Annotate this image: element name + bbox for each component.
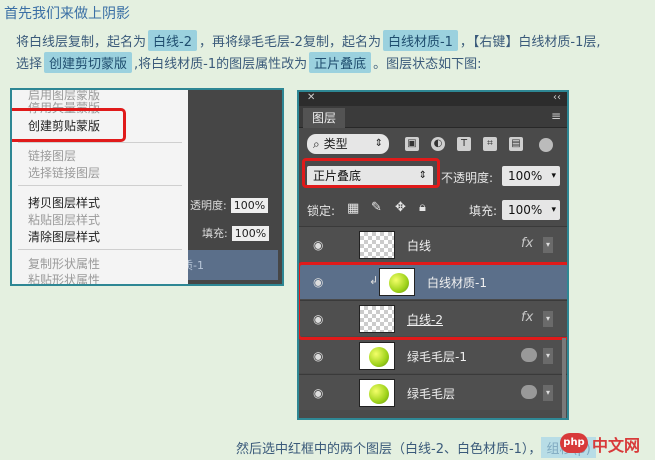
layer-thumbnail — [359, 231, 395, 259]
collapse-icon[interactable]: ‹‹ — [553, 92, 561, 103]
menu-item-clear-layer-style[interactable]: 清除图层样式 — [28, 228, 100, 245]
search-icon: ⌕ — [313, 137, 320, 151]
ball-thumbnail — [369, 347, 389, 367]
menu-item-copy-shape-attributes[interactable]: 复制形状属性 — [28, 255, 100, 272]
instruction-line-2: 选择 创建剪切蒙版 ,将白线材质-1的图层属性改为 正片叠底 。图层状态如下图: — [16, 52, 482, 73]
text: 选择 — [16, 57, 43, 72]
tab-layers[interactable]: 图层 — [303, 108, 345, 128]
tag-layer-name: 白线材质-1 — [382, 30, 458, 51]
opacity-value: 100% — [508, 169, 543, 183]
text: 将白线层复制，起名为 — [16, 35, 147, 50]
layer-name: 绿毛毛层 — [407, 387, 456, 401]
text: ,将白线材质-1的图层属性改为 — [134, 57, 308, 72]
image-filter-icon[interactable]: ▣ — [405, 137, 419, 151]
panel-scrollbar[interactable] — [562, 338, 566, 418]
chevron-down-icon[interactable]: ▾ — [551, 200, 556, 220]
filter-toggle-icon[interactable] — [539, 138, 553, 152]
fill-label: 填充: — [469, 204, 498, 218]
watermark-text: 中文网 — [592, 436, 641, 455]
filter-kind-label: 类型 — [323, 137, 348, 151]
chevron-down-icon[interactable]: ▾ — [551, 166, 556, 186]
layer-row[interactable]: ◉ 白线 fx ▾ — [299, 226, 567, 262]
ball-thumbnail — [369, 384, 389, 404]
layer-row[interactable]: ◉ 绿毛毛层 ▾ — [299, 374, 567, 410]
close-icon[interactable]: ✕ — [307, 92, 315, 103]
tag-layer-name: 白线-2 — [148, 30, 197, 51]
expand-icon[interactable]: ▾ — [543, 385, 553, 401]
watermark: php 中文网 — [560, 428, 652, 458]
eye-icon[interactable]: ◉ — [313, 386, 323, 400]
opacity-field[interactable]: 100% ▾ — [502, 166, 560, 186]
lock-move-icon[interactable]: ✥ — [395, 200, 406, 215]
panel-menu-icon[interactable]: ≡ — [551, 109, 561, 123]
bg-fill-field[interactable]: 100% — [231, 225, 270, 241]
layer-thumbnail — [359, 342, 395, 370]
menu-separator — [18, 185, 182, 186]
bg-opacity-label: 透明度: — [190, 199, 227, 212]
bg-opacity-field[interactable]: 100% — [230, 197, 269, 213]
bg-fill-label: 填充: — [202, 227, 228, 240]
instruction-line-3: 然后选中红框中的两个图层（白线-2、白色材质-1），组移(p) — [236, 437, 596, 458]
opacity-label: 不透明度: — [441, 171, 494, 185]
fx-icon[interactable]: fx — [521, 236, 533, 251]
lock-all-icon[interactable]: 🔒︎ — [419, 200, 426, 215]
highlight-box-blend-mode — [302, 158, 440, 188]
text: ，【右键】白线材质-1层, — [459, 35, 601, 50]
context-menu-screenshot: 透明度: 100% 填充: 100% 复材质-1 启用图层蒙版 停用矢量蒙版 创… — [10, 88, 284, 286]
menu-item-link-layers[interactable]: 链接图层 — [28, 147, 76, 164]
fill-value: 100% — [508, 203, 543, 217]
bg-fill-row: 填充: 100% — [202, 222, 282, 244]
menu-item-paste-shape-attributes[interactable]: 粘贴形状属性 — [28, 271, 100, 284]
smart-object-filter-icon[interactable]: ▤ — [509, 137, 523, 151]
text: 然后选中红框中的两个图层（白线-2、白色材质-1）， — [236, 442, 542, 457]
tag-command: 创建剪切蒙版 — [44, 52, 133, 73]
highlight-box-create-clipping-mask — [12, 108, 126, 142]
layer-name: 绿毛毛层-1 — [407, 350, 467, 364]
eye-icon[interactable]: ◉ — [313, 238, 323, 252]
panel-titlebar: ✕ ‹‹ — [299, 92, 567, 106]
updown-icon: ⇕ — [374, 138, 383, 149]
layer-row[interactable]: ◉ 绿毛毛层-1 ▾ — [299, 337, 567, 373]
smart-filter-mask-icon[interactable] — [521, 348, 537, 362]
layer-thumbnail — [359, 379, 395, 407]
article-heading: 首先我们来做上阴影 — [4, 6, 130, 22]
php-logo: php — [560, 433, 588, 453]
menu-item-paste-layer-style[interactable]: 粘贴图层样式 — [28, 211, 100, 228]
menu-item-copy-layer-style[interactable]: 拷贝图层样式 — [28, 194, 100, 211]
lock-transparency-icon[interactable]: ▦ — [347, 201, 359, 216]
smart-filter-mask-icon[interactable] — [521, 385, 537, 399]
expand-icon[interactable]: ▾ — [543, 237, 553, 253]
lock-label: 锁定: — [307, 204, 336, 218]
highlight-box-layers — [299, 262, 567, 340]
bg-opacity-row: 透明度: 100% — [190, 194, 282, 216]
fill-field[interactable]: 100% ▾ — [502, 200, 560, 220]
lock-row: 锁定: ▦ ✎ ✥ 🔒︎ 填充: 100% ▾ — [299, 194, 567, 226]
type-filter-icon[interactable]: T — [457, 137, 471, 151]
menu-separator — [18, 249, 182, 250]
menu-item-select-linked-layers[interactable]: 选择链接图层 — [28, 164, 100, 181]
adjustment-filter-icon[interactable]: ◐ — [431, 137, 445, 151]
instruction-line-1: 将白线层复制，起名为 白线-2 ，再将绿毛毛层-2复制，起名为 白线材质-1 ，【右键】… — [16, 30, 601, 51]
text: 。图层状态如下图: — [373, 57, 482, 72]
filter-row: ⌕ 类型 ⇕ ▣ ◐ T ⌗ ▤ — [299, 130, 567, 160]
layers-panel-screenshot: ✕ ‹‹ 图层 ≡ ⌕ 类型 ⇕ ▣ ◐ T ⌗ ▤ 正片叠底 ⇕ 不透明度: … — [297, 90, 569, 420]
expand-icon[interactable]: ▾ — [543, 348, 553, 364]
lock-brush-icon[interactable]: ✎ — [371, 200, 382, 215]
panel-tab-row: 图层 ≡ — [299, 106, 567, 128]
eye-icon[interactable]: ◉ — [313, 349, 323, 363]
layer-name: 白线 — [407, 239, 432, 253]
text: ，再将绿毛毛层-2复制，起名为 — [198, 35, 381, 50]
shape-filter-icon[interactable]: ⌗ — [483, 137, 497, 151]
tag-blend-mode: 正片叠底 — [309, 52, 372, 73]
filter-kind-dropdown[interactable]: ⌕ 类型 ⇕ — [307, 134, 389, 154]
menu-separator — [18, 142, 182, 143]
